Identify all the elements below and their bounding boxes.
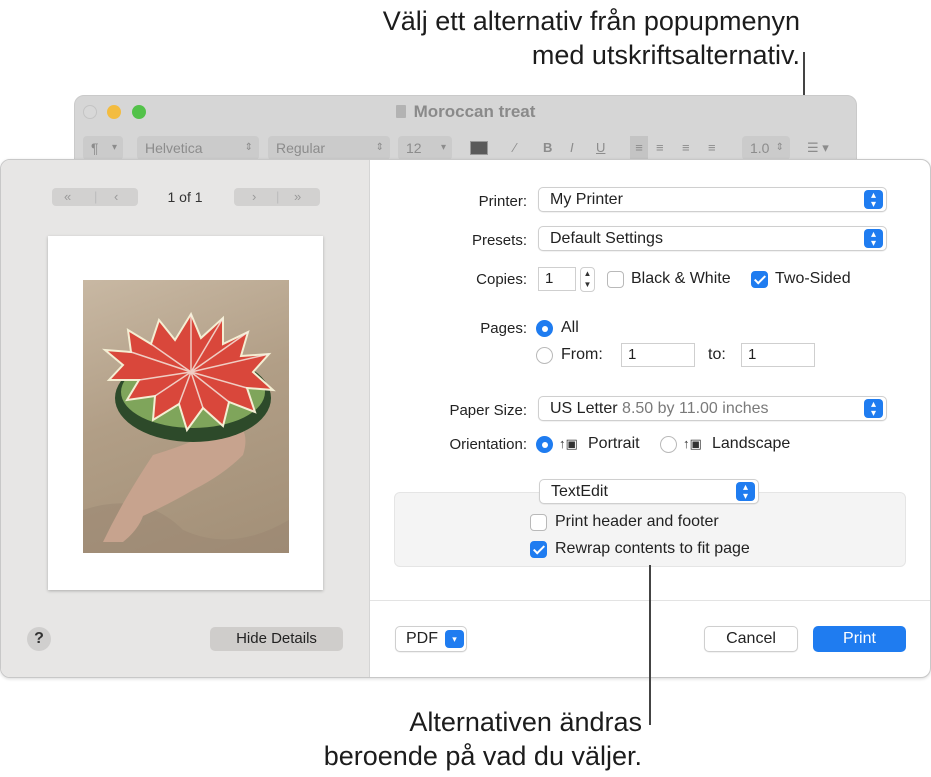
chevron-down-icon: ▾ xyxy=(111,142,117,153)
pages-to-field[interactable]: 1 xyxy=(741,343,815,367)
print-dialog: « | ‹ 1 of 1 › | » ? Hide Details Printe… xyxy=(0,159,931,678)
callout-bottom-leader xyxy=(649,565,651,725)
pages-to-label: to: xyxy=(708,346,726,363)
callout-top-line1: Välj ett alternativ från popupmenyn xyxy=(382,6,800,36)
help-button[interactable]: ? xyxy=(27,627,51,651)
black-white-checkbox[interactable] xyxy=(607,271,624,288)
two-sided-label: Two-Sided xyxy=(775,270,851,287)
hide-details-button[interactable]: Hide Details xyxy=(210,627,343,651)
callout-top-line2: med utskriftsalternativ. xyxy=(531,40,800,70)
copies-label: Copies: xyxy=(476,271,527,288)
pages-range-radio[interactable] xyxy=(536,347,553,364)
rewrap-checkbox[interactable] xyxy=(530,541,547,558)
preview-pane: « | ‹ 1 of 1 › | » ? Hide Details xyxy=(1,160,370,677)
page-indicator: 1 of 1 xyxy=(167,189,203,205)
preview-back-nav: « | ‹ xyxy=(52,188,138,206)
chevron-down-icon: ▾ xyxy=(445,630,464,648)
callout-bottom-line1: Alternativen ändras xyxy=(409,707,642,737)
printer-value: My Printer xyxy=(550,191,623,208)
paper-size-label: Paper Size: xyxy=(449,402,527,419)
black-white-label: Black & White xyxy=(631,270,731,287)
landscape-label: Landscape xyxy=(712,435,791,452)
window-title: Moroccan treat xyxy=(75,102,856,122)
print-header-footer-checkbox[interactable] xyxy=(530,514,547,531)
presets-popup[interactable]: Default Settings ▴ ▾ xyxy=(538,226,887,251)
bold-button[interactable]: B xyxy=(543,136,552,160)
presets-value: Default Settings xyxy=(550,230,663,247)
print-button[interactable]: Print xyxy=(813,626,906,652)
callout-top: Välj ett alternativ från popupmenyn med … xyxy=(240,4,800,72)
pages-from-label: From: xyxy=(561,346,603,363)
text-color-well[interactable] xyxy=(470,141,488,155)
landscape-orientation-icon: ↑▣ xyxy=(683,436,702,451)
nav-divider: | xyxy=(276,189,280,204)
first-page-button[interactable]: « xyxy=(64,188,71,206)
watermelon-photo xyxy=(83,280,289,553)
copies-stepper[interactable]: ▲ ▼ xyxy=(580,267,595,292)
landscape-radio[interactable] xyxy=(660,436,677,453)
footer-divider xyxy=(370,600,930,601)
pages-from-field[interactable]: 1 xyxy=(621,343,695,367)
up-down-chevron-icon: ▴ ▾ xyxy=(736,482,755,502)
last-page-button[interactable]: » xyxy=(294,188,301,206)
preview-forward-nav: › | » xyxy=(234,188,320,206)
pages-all-label: All xyxy=(561,319,579,336)
italic-button[interactable]: I xyxy=(570,136,574,160)
callout-bottom-line2: beroende på vad du väljer. xyxy=(323,741,642,771)
paper-size-detail: 8.50 by 11.00 inches xyxy=(622,400,769,417)
callout-bottom: Alternativen ändras beroende på vad du v… xyxy=(292,705,642,773)
list-style-icon[interactable]: ☰ ▾ xyxy=(807,136,829,160)
paragraph-style-menu[interactable]: ¶ ▾ xyxy=(83,136,123,160)
paper-size-value: US Letter xyxy=(550,400,618,417)
pdf-label: PDF xyxy=(406,630,438,647)
cancel-button[interactable]: Cancel xyxy=(704,626,798,652)
up-down-icon: ⇕ xyxy=(375,142,384,153)
pages-all-radio[interactable] xyxy=(536,320,553,337)
portrait-label: Portrait xyxy=(588,435,640,452)
print-settings-pane: Printer: My Printer ▴ ▾ Presets: Default … xyxy=(370,160,930,677)
align-center-icon[interactable]: ≡ xyxy=(656,136,664,160)
underline-button[interactable]: U xyxy=(596,136,605,160)
watermelon-illustration xyxy=(83,311,289,553)
pages-label: Pages: xyxy=(480,320,527,337)
pdf-menu-button[interactable]: PDF ▾ xyxy=(395,626,467,652)
rewrap-label: Rewrap contents to fit page xyxy=(555,540,750,557)
document-icon xyxy=(395,105,406,118)
page-preview xyxy=(48,236,323,590)
previous-page-button[interactable]: ‹ xyxy=(114,188,118,206)
app-options-popup[interactable]: TextEdit ▴ ▾ xyxy=(539,479,759,504)
portrait-radio[interactable] xyxy=(536,436,553,453)
up-down-icon: ⇕ xyxy=(775,142,784,153)
up-down-chevron-icon: ▴ ▾ xyxy=(864,399,883,419)
paper-size-popup[interactable]: US Letter 8.50 by 11.00 inches ▴ ▾ xyxy=(538,396,887,421)
highlight-color-icon[interactable]: ⁄ xyxy=(505,136,525,160)
font-size-menu[interactable]: 12 ▾ xyxy=(398,136,452,160)
nav-divider: | xyxy=(94,189,98,204)
orientation-label: Orientation: xyxy=(449,436,527,453)
font-style-menu[interactable]: Regular ⇕ xyxy=(268,136,390,160)
portrait-orientation-icon: ↑▣ xyxy=(559,436,578,451)
print-header-footer-label: Print header and footer xyxy=(555,513,719,530)
align-right-icon[interactable]: ≡ xyxy=(682,136,690,160)
copies-field[interactable]: 1 xyxy=(538,267,576,291)
line-spacing-menu[interactable]: 1.0 ⇕ xyxy=(742,136,790,160)
up-down-chevron-icon: ▴ ▾ xyxy=(864,229,883,249)
window-title-text: Moroccan treat xyxy=(413,102,536,121)
next-page-button[interactable]: › xyxy=(252,188,256,206)
presets-label: Presets: xyxy=(471,232,527,249)
chevron-down-icon: ▾ xyxy=(440,142,446,153)
up-down-chevron-icon: ▴ ▾ xyxy=(864,190,883,210)
app-options-value: TextEdit xyxy=(551,483,608,500)
up-down-icon: ⇕ xyxy=(244,142,253,153)
printer-label: Printer: xyxy=(478,193,527,210)
align-justify-icon[interactable]: ≡ xyxy=(708,136,716,160)
printer-popup[interactable]: My Printer ▴ ▾ xyxy=(538,187,887,212)
two-sided-checkbox[interactable] xyxy=(751,271,768,288)
align-left-icon[interactable]: ≡ xyxy=(630,136,648,160)
font-family-menu[interactable]: Helvetica ⇕ xyxy=(137,136,259,160)
